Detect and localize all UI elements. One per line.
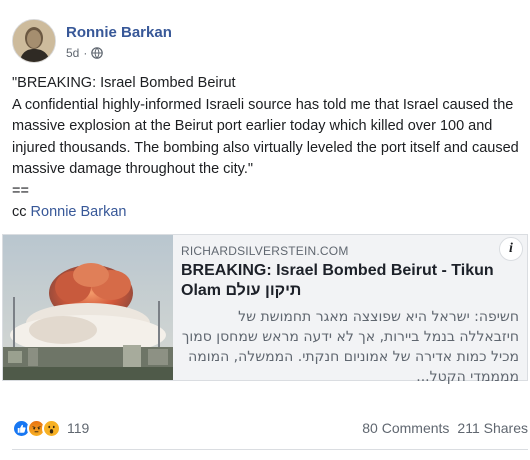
author-name-link[interactable]: Ronnie Barkan xyxy=(66,23,172,42)
wow-icon[interactable] xyxy=(42,418,61,438)
link-description: חשיפה: ישראל היא שפוצצה מאגר תחמושת של ח… xyxy=(181,309,519,385)
avatar-portrait xyxy=(13,20,55,62)
post-headline: "BREAKING: Israel Bombed Beirut xyxy=(12,75,236,91)
link-preview-text: RICHARDSILVERSTEIN.COM BREAKING: Israel … xyxy=(173,235,529,385)
post-cc-line: cc Ronnie Barkan xyxy=(12,202,524,224)
cc-mention-link[interactable]: Ronnie Barkan xyxy=(31,204,127,220)
author-avatar[interactable] xyxy=(12,19,56,63)
link-domain: RICHARDSILVERSTEIN.COM xyxy=(181,244,349,258)
post-header: Ronnie Barkan 5d · xyxy=(12,18,172,64)
cc-prefix: cc xyxy=(12,204,27,220)
explosion-image xyxy=(3,235,173,380)
link-preview-card[interactable]: RICHARDSILVERSTEIN.COM BREAKING: Israel … xyxy=(2,234,529,385)
shares-count-link[interactable]: 211 Shares xyxy=(457,420,528,436)
globe-icon[interactable] xyxy=(91,46,104,59)
separator-dot: · xyxy=(83,45,88,60)
post-footer: 119 80 Comments 211 Shares xyxy=(12,414,528,442)
reaction-count[interactable]: 119 xyxy=(67,420,89,436)
post-subline: 5d · xyxy=(66,46,172,60)
info-icon[interactable]: i xyxy=(499,237,523,261)
post-separator-text: == xyxy=(12,182,29,199)
comments-count-link[interactable]: 80 Comments xyxy=(362,420,449,436)
post-paragraph: A confidential highly-informed Israeli s… xyxy=(12,96,519,178)
reactions-summary[interactable]: 119 xyxy=(12,418,89,438)
link-title[interactable]: BREAKING: Israel Bombed Beirut - Tikun O… xyxy=(181,261,517,301)
post-timestamp[interactable]: 5d xyxy=(66,46,79,60)
footer-divider xyxy=(12,449,528,450)
post-body: "BREAKING: Israel Bombed Beirut A confid… xyxy=(12,73,524,224)
link-preview-image[interactable] xyxy=(3,235,173,380)
